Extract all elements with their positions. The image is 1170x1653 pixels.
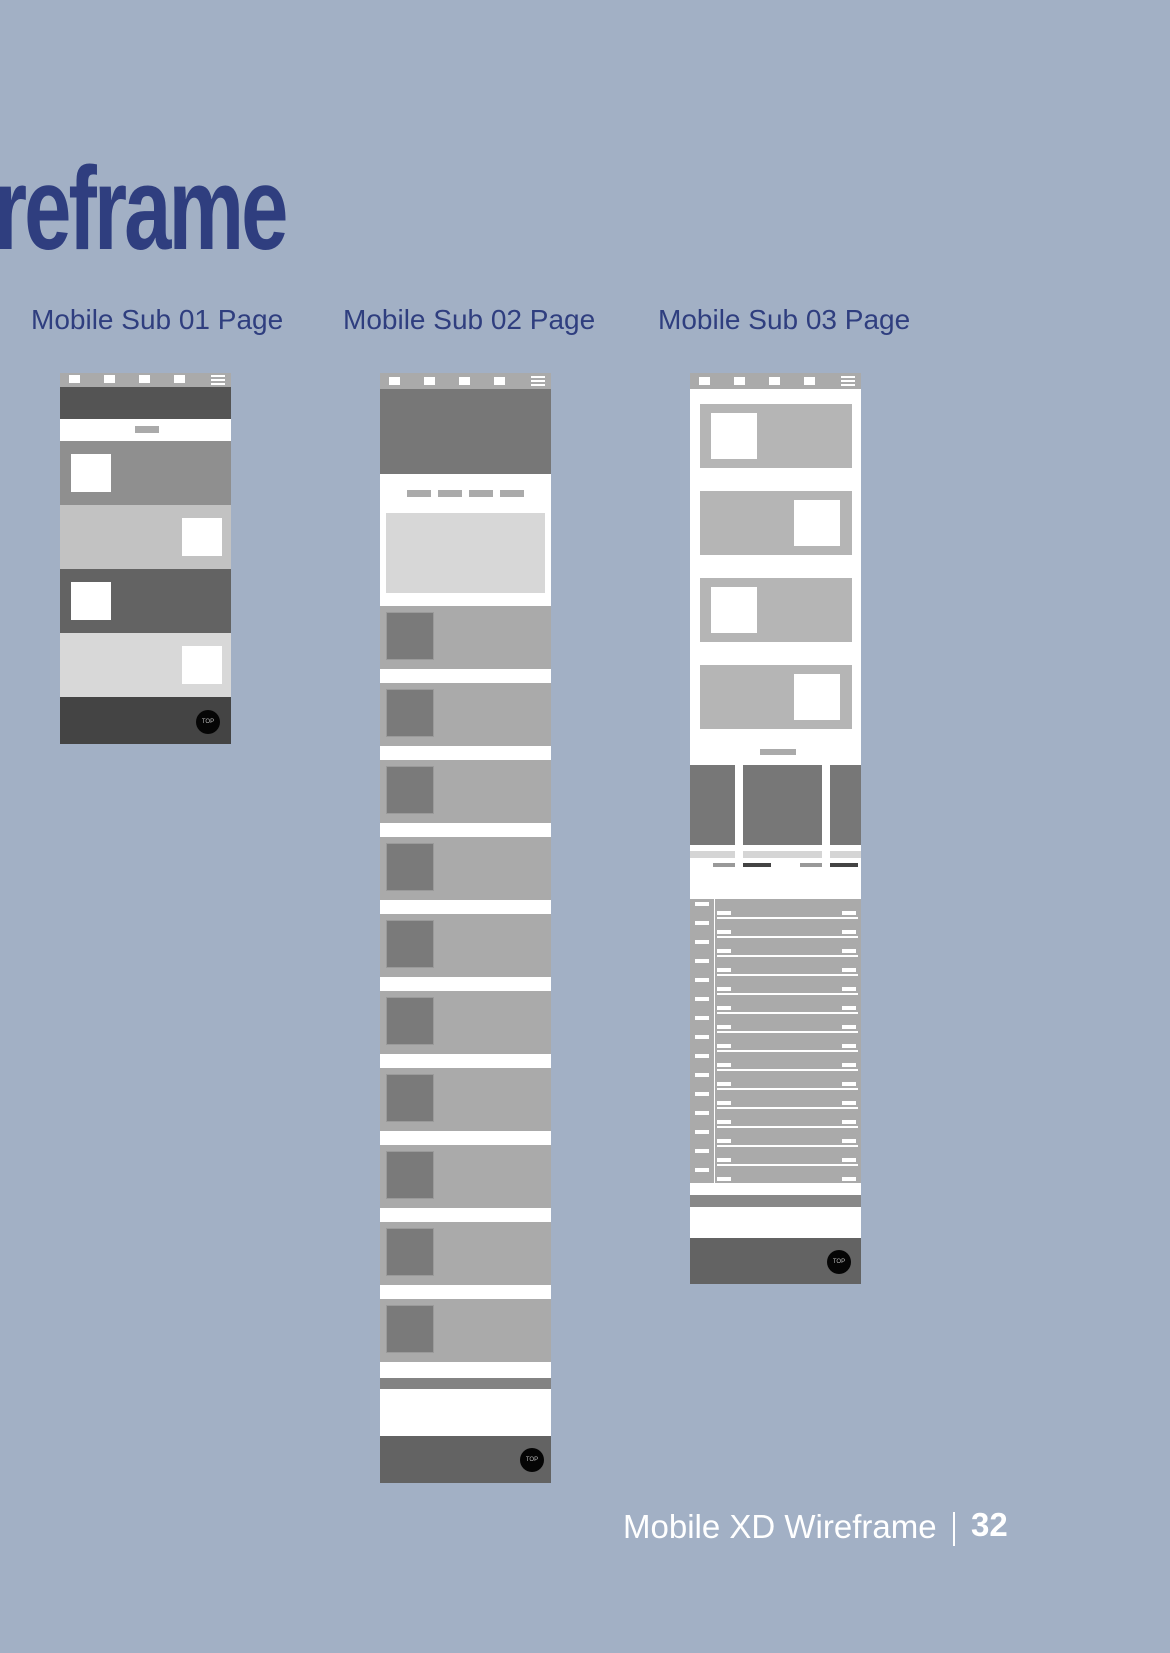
wf-table-cell [695, 1168, 709, 1172]
wf-table-cell [717, 1025, 731, 1029]
wf-table-cell [842, 1063, 856, 1067]
wf-divider-bar [690, 1195, 861, 1207]
page-title: reframe [0, 143, 288, 275]
wf-table-cell [717, 1139, 731, 1143]
wf-table-cell [717, 1177, 731, 1181]
wf-table-cell [842, 911, 856, 915]
wf-table-cell [717, 1082, 731, 1086]
wf-table-cell [717, 949, 731, 953]
wf-table-cell [717, 1120, 731, 1124]
wf-image [71, 454, 111, 492]
wf-table-cell [717, 911, 731, 915]
wf-list-thumb [386, 689, 434, 737]
wf-table-cell [717, 1006, 731, 1010]
wf-list-thumb [386, 920, 434, 968]
top-button[interactable]: TOP [520, 1448, 544, 1472]
wf-table-line [717, 974, 858, 976]
wf-table-cell [842, 949, 856, 953]
wf-table-cell [842, 1158, 856, 1162]
wf-table-line [717, 993, 858, 995]
wf-table-cell [695, 921, 709, 925]
wf-table-cell [842, 968, 856, 972]
wf-nav-item [69, 375, 80, 383]
wireframe-sub03: TOP [690, 373, 861, 1284]
wf-table-cell [695, 1073, 709, 1077]
wf-image [182, 518, 222, 556]
wf-table-cell [695, 959, 709, 963]
wf-table-cell [842, 1082, 856, 1086]
wf-table-cell [717, 1063, 731, 1067]
wireframe-sub01: TOP [60, 373, 231, 744]
top-button[interactable]: TOP [196, 710, 220, 734]
wf-table-cell [717, 987, 731, 991]
wf-table-cell [842, 1101, 856, 1105]
wf-table-line [717, 1164, 858, 1166]
wf-table-line [717, 1183, 858, 1185]
wf-table-cell [695, 978, 709, 982]
wf-table-cell [717, 1158, 731, 1162]
wf-table-cell [695, 1149, 709, 1153]
wf-list-thumb [386, 843, 434, 891]
footer-label: Mobile XD Wireframe [623, 1508, 937, 1545]
wf-table-cell [717, 1101, 731, 1105]
wf-table-cell [842, 1139, 856, 1143]
wf-table-cell [842, 1006, 856, 1010]
wf-table-cell [695, 1130, 709, 1134]
footer-separator [953, 1512, 955, 1546]
wf-table-cell [695, 902, 709, 906]
wf-nav-item [104, 375, 115, 383]
wf-image [71, 582, 111, 620]
wf-table-cell [695, 1092, 709, 1096]
wf-nav-item [174, 375, 185, 383]
wf-table-cell [695, 1054, 709, 1058]
column-label-sub02: Mobile Sub 02 Page [343, 304, 596, 335]
wf-table-cell [695, 1035, 709, 1039]
wf-table-column-line [714, 899, 715, 1183]
column-label-sub01: Mobile Sub 01 Page [31, 304, 284, 335]
wf-divider-bar [380, 1378, 551, 1389]
wf-list-thumb [386, 997, 434, 1045]
wf-table-cell [842, 987, 856, 991]
wf-table-cell [842, 1044, 856, 1048]
wf-table-cell [842, 930, 856, 934]
wf-table-line [717, 955, 858, 957]
wf-list [380, 373, 551, 1483]
wf-table-cell [717, 968, 731, 972]
wf-nav-item [139, 375, 150, 383]
wf-table-cell [842, 1025, 856, 1029]
wf-table-line [717, 1031, 858, 1033]
page-number: 32 [971, 1506, 1008, 1543]
column-label-sub03: Mobile Sub 03 Page [658, 304, 911, 335]
wf-table-cell [717, 930, 731, 934]
wf-header-band [60, 387, 231, 419]
wf-table-cell [695, 1111, 709, 1115]
wireframe-sub02: TOP [380, 373, 551, 1483]
wf-table-line [717, 1126, 858, 1128]
wf-table-line [717, 1012, 858, 1014]
wf-table-line [717, 1088, 858, 1090]
wf-table-line [717, 1145, 858, 1147]
wf-list-thumb [386, 766, 434, 814]
top-button[interactable]: TOP [827, 1250, 851, 1274]
wf-list-thumb [386, 1228, 434, 1276]
wf-list-thumb [386, 1305, 434, 1353]
wf-table-cell [695, 997, 709, 1001]
wf-table-cell [695, 940, 709, 944]
wf-list-thumb [386, 1151, 434, 1199]
wf-table-line [717, 1069, 858, 1071]
wf-list-thumb [386, 612, 434, 660]
hamburger-icon [211, 375, 225, 385]
wf-table-line [717, 1107, 858, 1109]
wf-table-line [717, 1050, 858, 1052]
wf-table-cell [842, 1120, 856, 1124]
wf-table-cell [695, 1016, 709, 1020]
wf-table-cell [842, 1177, 856, 1181]
wf-list-thumb [386, 1074, 434, 1122]
wf-table-cell [717, 1044, 731, 1048]
wf-table-line [717, 917, 858, 919]
wf-table-lines [690, 373, 861, 1284]
wf-title-placeholder [135, 426, 159, 433]
wf-image [182, 646, 222, 684]
wf-table-line [717, 936, 858, 938]
